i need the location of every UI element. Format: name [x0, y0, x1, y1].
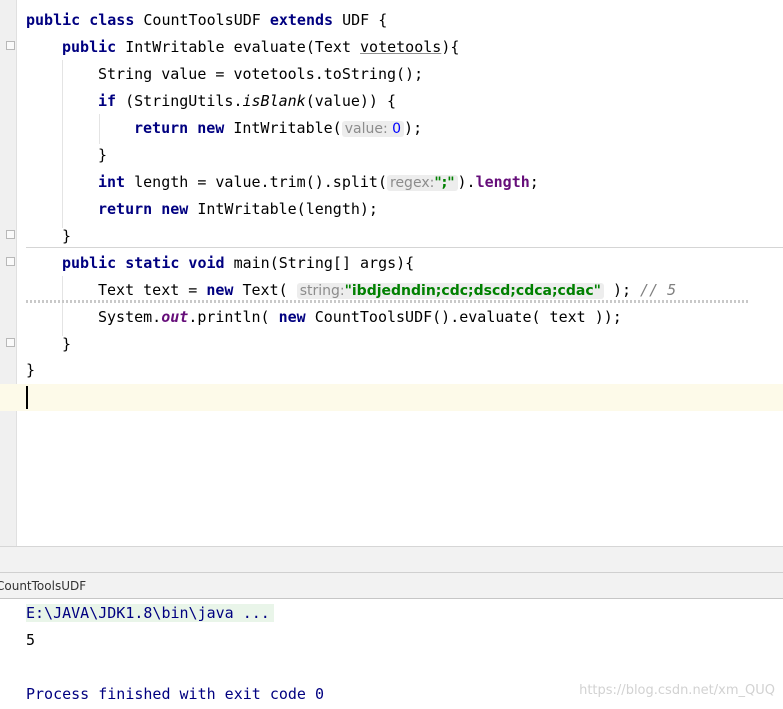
fold-marker-icon[interactable]	[6, 41, 15, 50]
code-line-6[interactable]: }	[98, 142, 107, 169]
code-line-13[interactable]: }	[62, 331, 71, 358]
fold-marker-icon[interactable]	[6, 257, 15, 266]
parameter-hint: regex:";"	[387, 175, 458, 191]
watermark-text: https://blog.csdn.net/xm_QUQ	[579, 683, 775, 698]
run-tool-window-header[interactable]: CountToolsUDF	[0, 572, 783, 599]
editor-gutter[interactable]	[0, 0, 17, 546]
console-exit-message: Process finished with exit code 0	[26, 685, 325, 703]
code-line-2[interactable]: public IntWritable evaluate(Text votetoo…	[62, 34, 459, 61]
code-line-1[interactable]: public class CountToolsUDF extends UDF {	[26, 7, 387, 34]
code-editor[interactable]: public class CountToolsUDF extends UDF {…	[0, 0, 783, 546]
method-separator	[26, 247, 783, 248]
editor-bottom-bar	[0, 546, 783, 573]
run-tab-label[interactable]: CountToolsUDF	[0, 573, 86, 599]
code-line-10[interactable]: public static void main(String[] args){	[62, 250, 414, 277]
fold-marker-icon[interactable]	[6, 338, 15, 347]
parameter-hint: string:"ibdjedndin;cdc;dscd;cdca;cdac"	[296, 283, 604, 299]
code-line-11[interactable]: Text text = new Text( string:"ibdjedndin…	[98, 277, 676, 304]
current-line-highlight	[0, 384, 783, 411]
code-line-14[interactable]: }	[26, 357, 35, 384]
code-line-12[interactable]: System.out.println( new CountToolsUDF().…	[98, 304, 622, 331]
indent-guide	[62, 60, 63, 228]
fold-marker-icon[interactable]	[6, 230, 15, 239]
indent-guide	[62, 276, 63, 336]
code-line-8[interactable]: return new IntWritable(length);	[98, 196, 378, 223]
parameter-hint: value: 0	[341, 121, 405, 137]
console-command-line: E:\JAVA\JDK1.8\bin\java ...	[26, 600, 274, 627]
code-line-4[interactable]: if (StringUtils.isBlank(value)) {	[98, 88, 396, 115]
code-line-9[interactable]: }	[62, 223, 71, 250]
code-line-5[interactable]: return new IntWritable(value: 0);	[134, 115, 422, 142]
console-output-line: 5	[26, 631, 36, 649]
indent-guide	[99, 114, 100, 144]
code-line-7[interactable]: int length = value.trim().split(regex:";…	[98, 169, 539, 196]
text-caret	[26, 386, 28, 409]
code-line-3[interactable]: String value = votetools.toString();	[98, 61, 423, 88]
